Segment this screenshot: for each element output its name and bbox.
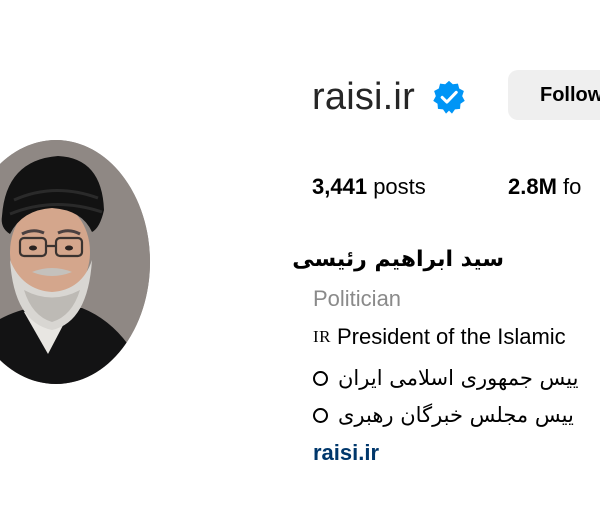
profile-full-name: سید ابراهیم رئیسی [292,247,504,272]
posts-stat[interactable]: 3,441 posts [312,172,426,202]
avatar-portrait-image [0,140,150,384]
posts-count: 3,441 [312,174,368,199]
iran-flag-icon: IR [313,327,331,346]
profile-header: raisi.ir Follow 3,441 posts 2.8M fo سید … [0,0,600,510]
profile-website-link[interactable]: raisi.ir [313,438,379,468]
bio-line-3-text: ییس مجلس خبرگان رهبری [338,403,574,427]
circle-bullet-icon [313,370,328,386]
profile-username: raisi.ir [312,76,415,118]
bio-line-1-text: President of the Islamic [337,324,566,349]
followers-count: 2.8M [508,174,557,199]
follow-button[interactable]: Follow [508,70,600,120]
verified-badge-icon [433,80,465,114]
bio-line-2-text: ییس جمهوری اسلامی ایران [338,366,579,390]
circle-bullet-icon [313,407,328,423]
followers-stat[interactable]: 2.8M fo [508,172,581,202]
bio-line-3: ییس مجلس خبرگان رهبری [313,400,574,430]
profile-category: Politician [313,286,402,311]
posts-label: posts [373,174,426,199]
followers-label: fo [563,174,582,199]
bio-line-1: IR President of the Islamic [313,322,566,352]
profile-avatar[interactable] [0,140,150,384]
bio-line-2: ییس جمهوری اسلامی ایران [313,363,578,393]
